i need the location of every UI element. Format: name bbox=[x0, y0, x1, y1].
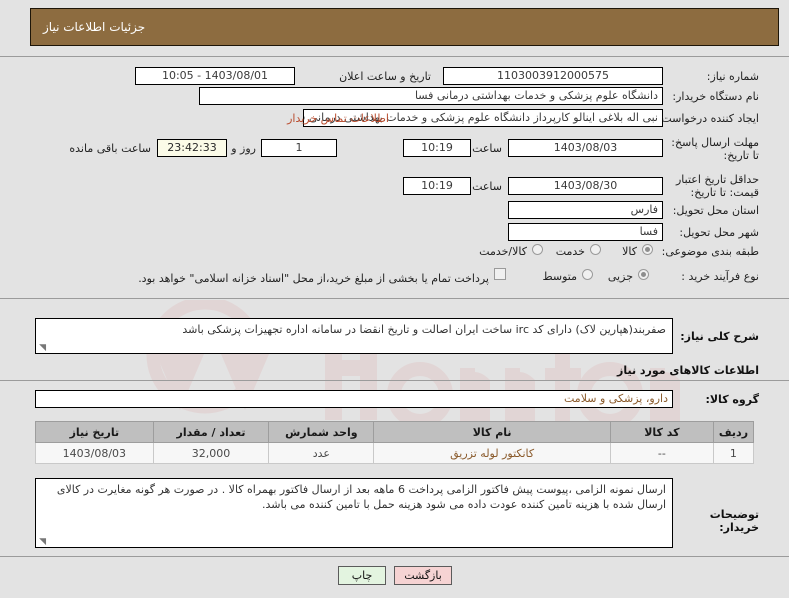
window-titlebar: جزئیات اطلاعات نیاز bbox=[30, 8, 779, 46]
answer-deadline-hour-label: ساعت bbox=[472, 142, 502, 155]
city-value: فسا bbox=[508, 223, 663, 241]
province-value: فارس bbox=[508, 201, 663, 219]
days-remaining-value: 1 bbox=[261, 139, 337, 157]
buyer-org-label: نام دستگاه خریدار: bbox=[672, 90, 759, 103]
th-goods-name: نام کالا bbox=[373, 421, 611, 443]
purchase-type-label: نوع فرآیند خرید : bbox=[681, 270, 759, 283]
days-remaining-label: روز و bbox=[231, 142, 256, 155]
cell-unit: عدد bbox=[268, 442, 375, 464]
page-title: جزئیات اطلاعات نیاز bbox=[43, 20, 146, 34]
th-row-number: ردیف bbox=[712, 421, 755, 443]
cell-need-date: 1403/08/03 bbox=[35, 442, 154, 464]
th-goods-code: کد کالا bbox=[609, 421, 714, 443]
radio-purchase-minor[interactable] bbox=[638, 269, 649, 280]
radio-subject-service-label: خدمت bbox=[555, 245, 585, 258]
radio-subject-goods-label: کالا bbox=[622, 245, 637, 258]
buyer-contact-link[interactable]: اطلاعات تماس خریدار bbox=[287, 112, 389, 125]
table-row: 1 -- کانکتور لوله تزریق عدد 32,000 1403/… bbox=[35, 442, 755, 464]
price-validity-date: 1403/08/30 bbox=[508, 177, 663, 195]
buyer-org-value: دانشگاه علوم پزشکی و خدمات بهداشتی درمان… bbox=[199, 87, 663, 105]
need-description-value[interactable]: صفربند(هپارین لاک) دارای کد irc ساخت ایر… bbox=[35, 318, 673, 354]
request-creator-label: ایجاد کننده درخواست: bbox=[657, 112, 759, 125]
public-announce-value: 1403/08/01 - 10:05 bbox=[135, 67, 295, 85]
cell-row-number: 1 bbox=[712, 442, 755, 464]
answer-deadline-label: مهلت ارسال پاسخ: تا تاریخ: bbox=[671, 136, 759, 162]
th-unit: واحد شمارش bbox=[268, 421, 375, 443]
divider-goods bbox=[0, 380, 789, 381]
price-validity-label: حداقل تاریخ اعتبار قیمت: تا تاریخ: bbox=[675, 173, 759, 199]
goods-group-label: گروه کالا: bbox=[705, 393, 759, 406]
price-validity-hour-label: ساعت bbox=[472, 180, 502, 193]
cell-quantity: 32,000 bbox=[152, 442, 270, 464]
need-description-label: شرح کلی نیاز: bbox=[680, 330, 759, 343]
th-need-date: تاریخ نیاز bbox=[35, 421, 154, 443]
divider-middle bbox=[0, 298, 789, 299]
buyer-notes-text: ارسال نمونه الزامی ،پیوست پیش فاکتور الز… bbox=[56, 483, 666, 511]
need-number-label: شماره نیاز: bbox=[706, 70, 759, 83]
back-button[interactable]: بازگشت bbox=[394, 566, 452, 585]
page-root: جزئیات اطلاعات نیاز شماره نیاز: 11030039… bbox=[0, 0, 789, 598]
radio-subject-service[interactable] bbox=[590, 244, 601, 255]
radio-subject-goods-service-label: کالا/خدمت bbox=[479, 245, 527, 258]
resize-grip-icon[interactable]: ◥ bbox=[38, 344, 46, 353]
goods-section-heading: اطلاعات کالاهای مورد نیاز bbox=[617, 364, 759, 377]
cell-goods-code: -- bbox=[609, 442, 714, 464]
city-label: شهر محل تحویل: bbox=[679, 226, 759, 239]
countdown-suffix-label: ساعت باقی مانده bbox=[69, 142, 151, 155]
treasury-bond-label: پرداخت تمام یا بخشی از مبلغ خرید،از محل … bbox=[138, 272, 489, 285]
province-label: استان محل تحویل: bbox=[672, 204, 759, 217]
treasury-bond-checkbox[interactable] bbox=[494, 268, 506, 280]
need-number-value: 1103003912000575 bbox=[443, 67, 663, 85]
radio-subject-goods-service[interactable] bbox=[532, 244, 543, 255]
print-button[interactable]: چاپ bbox=[338, 566, 386, 585]
divider-footer bbox=[0, 556, 789, 557]
resize-grip-icon-notes[interactable]: ◥ bbox=[38, 538, 46, 547]
radio-subject-goods[interactable] bbox=[642, 244, 653, 255]
subject-classification-label: طبقه بندی موضوعی: bbox=[661, 245, 759, 258]
countdown-timer: 23:42:33 bbox=[157, 139, 227, 157]
buyer-notes-value[interactable]: ارسال نمونه الزامی ،پیوست پیش فاکتور الز… bbox=[35, 478, 673, 548]
answer-deadline-date: 1403/08/03 bbox=[508, 139, 663, 157]
radio-purchase-medium-label: متوسط bbox=[542, 270, 577, 283]
th-quantity: تعداد / مقدار bbox=[152, 421, 270, 443]
goods-table: ردیف کد کالا نام کالا واحد شمارش تعداد /… bbox=[35, 421, 755, 464]
radio-purchase-medium[interactable] bbox=[582, 269, 593, 280]
price-validity-time: 10:19 bbox=[403, 177, 471, 195]
radio-purchase-minor-label: جزیی bbox=[607, 270, 633, 283]
answer-deadline-time: 10:19 bbox=[403, 139, 471, 157]
table-header-row: ردیف کد کالا نام کالا واحد شمارش تعداد /… bbox=[35, 421, 755, 443]
buyer-notes-label: توضیحات خریدار: bbox=[709, 508, 759, 534]
goods-group-value: دارو، پزشکی و سلامت bbox=[35, 390, 673, 408]
need-description-text: صفربند(هپارین لاک) دارای کد irc ساخت ایر… bbox=[182, 323, 666, 336]
divider-top bbox=[0, 56, 789, 57]
cell-goods-name: کانکتور لوله تزریق bbox=[373, 442, 611, 464]
